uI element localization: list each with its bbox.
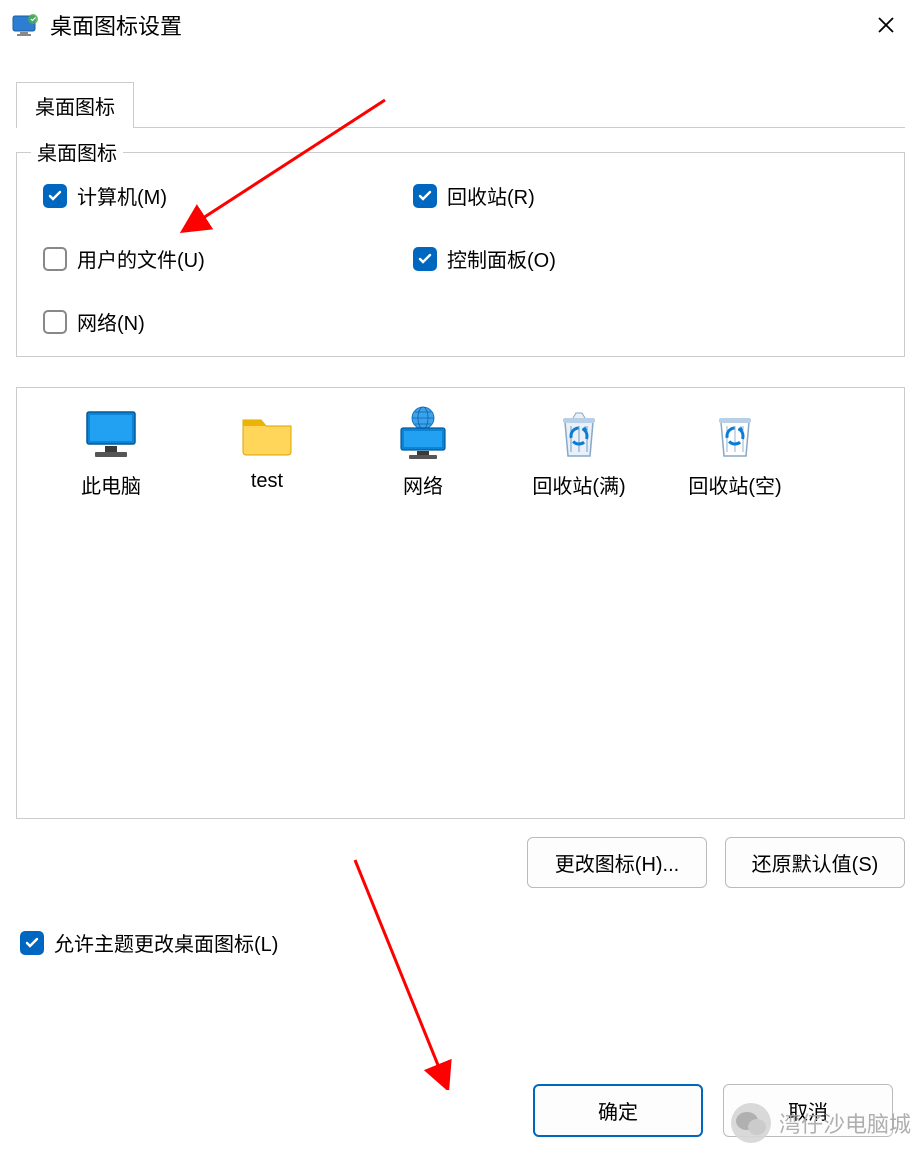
checkbox-label: 控制面板(O) — [447, 244, 556, 273]
tab-label: 桌面图标 — [35, 97, 115, 119]
checkbox-network[interactable] — [43, 310, 67, 334]
icon-label: 此电脑 — [81, 470, 141, 499]
preview-item-network[interactable]: 网络 — [345, 404, 501, 499]
icon-label: 回收站(满) — [532, 470, 625, 499]
tab-strip: 桌面图标 — [16, 82, 905, 128]
dialog-content: 桌面图标 桌面图标 计算机(M) 回收站(R) 用户的文件(U) — [0, 50, 921, 977]
preview-item-recycle-empty[interactable]: 回收站(空) — [657, 404, 813, 499]
check-icon — [47, 188, 63, 204]
checkbox-row-controlpanel[interactable]: 控制面板(O) — [413, 244, 878, 273]
checkbox-label: 用户的文件(U) — [77, 244, 205, 273]
cancel-button[interactable]: 取消 — [723, 1084, 893, 1137]
check-icon — [417, 188, 433, 204]
checkbox-computer[interactable] — [43, 184, 67, 208]
icon-preview-list: 此电脑 test — [16, 387, 905, 819]
folder-icon — [237, 406, 297, 462]
checkbox-label: 网络(N) — [77, 307, 145, 336]
this-pc-icon — [81, 406, 141, 462]
checkbox-label: 回收站(R) — [447, 181, 535, 210]
icon-label: 回收站(空) — [688, 470, 781, 499]
dialog-footer-buttons: 确定 取消 — [533, 1084, 893, 1137]
checkbox-label: 计算机(M) — [77, 181, 167, 210]
recycle-empty-icon — [705, 406, 765, 462]
allow-themes-label: 允许主题更改桌面图标(L) — [54, 928, 278, 957]
checkbox-controlpanel[interactable] — [413, 247, 437, 271]
checkbox-row-recycle[interactable]: 回收站(R) — [413, 181, 878, 210]
tab-desktop-icons[interactable]: 桌面图标 — [16, 82, 134, 128]
network-icon — [393, 406, 453, 462]
ok-button[interactable]: 确定 — [533, 1084, 703, 1137]
titlebar: 桌面图标设置 — [0, 0, 921, 50]
checkbox-row-userfiles[interactable]: 用户的文件(U) — [43, 244, 413, 273]
close-button[interactable] — [863, 9, 909, 41]
check-icon — [24, 935, 40, 951]
restore-default-button[interactable]: 还原默认值(S) — [725, 837, 905, 888]
window-title: 桌面图标设置 — [50, 9, 182, 41]
group-legend: 桌面图标 — [31, 137, 123, 166]
checkbox-row-computer[interactable]: 计算机(M) — [43, 181, 413, 210]
icon-action-buttons: 更改图标(H)... 还原默认值(S) — [16, 837, 905, 888]
close-icon — [877, 16, 895, 34]
checkbox-userfiles[interactable] — [43, 247, 67, 271]
app-icon — [12, 13, 40, 37]
desktop-icons-group: 桌面图标 计算机(M) 回收站(R) 用户的文件(U) — [16, 152, 905, 357]
preview-item-recycle-full[interactable]: 回收站(满) — [501, 404, 657, 499]
icon-label: 网络 — [403, 470, 443, 499]
preview-item-test-folder[interactable]: test — [189, 404, 345, 499]
check-icon — [417, 251, 433, 267]
recycle-full-icon — [549, 406, 609, 462]
checkbox-recycle[interactable] — [413, 184, 437, 208]
allow-themes-row[interactable]: 允许主题更改桌面图标(L) — [20, 928, 905, 957]
checkbox-row-network[interactable]: 网络(N) — [43, 307, 413, 336]
preview-item-this-pc[interactable]: 此电脑 — [33, 404, 189, 499]
checkbox-allow-themes[interactable] — [20, 931, 44, 955]
icon-label: test — [251, 470, 283, 493]
change-icon-button[interactable]: 更改图标(H)... — [527, 837, 707, 888]
